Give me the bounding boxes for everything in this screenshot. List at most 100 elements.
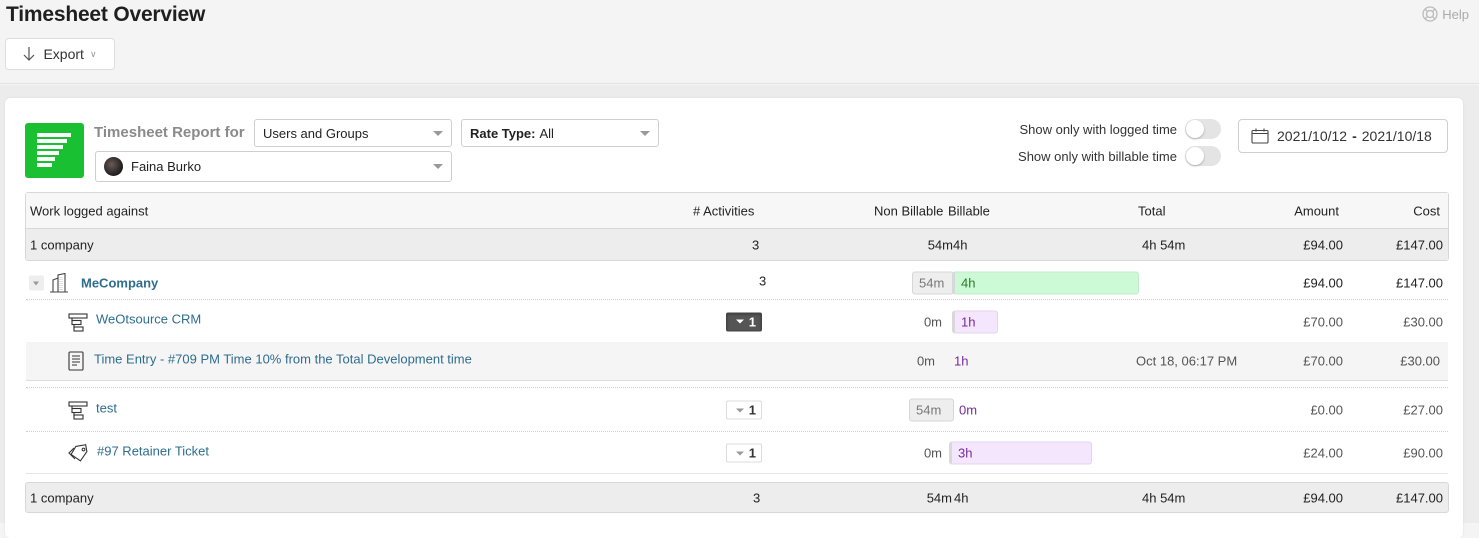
report-for-label: Timesheet Report for xyxy=(94,124,245,141)
ticket-non-billable: 0m xyxy=(923,445,942,461)
billable-time-label: Show only with billable time xyxy=(1018,148,1177,164)
caret-down-icon xyxy=(640,131,650,136)
arrow-down-icon xyxy=(24,47,35,61)
col-total[interactable]: Total xyxy=(1138,203,1165,218)
time-entry-cost: £30.00 xyxy=(1400,353,1440,369)
caret-down-icon xyxy=(735,319,744,324)
project-name[interactable]: test xyxy=(96,400,117,415)
tag-icon xyxy=(68,444,88,462)
logged-time-filter: Show only with logged time xyxy=(1019,119,1221,139)
time-entry-date: Oct 18, 06:17 PM xyxy=(1136,353,1238,369)
summary-label: 1 company xyxy=(30,490,94,505)
activities-count: 1 xyxy=(748,445,756,461)
col-activities[interactable]: # Activities xyxy=(693,203,754,218)
summary-cost: £147.00 xyxy=(1396,237,1443,252)
caret-down-icon xyxy=(433,131,443,136)
project-billable: 0m xyxy=(959,402,978,418)
collapse-toggle[interactable] xyxy=(29,275,44,290)
activities-toggle[interactable]: 1 xyxy=(726,400,762,420)
date-separator: - xyxy=(1352,128,1357,144)
table-row-ticket[interactable]: #97 Retainer Ticket 1 0m 3h £24.00 £90.0… xyxy=(26,433,1448,474)
table-header: Work logged against # Activities Non Bil… xyxy=(26,193,1448,229)
summary-non-billable: 54m xyxy=(927,237,953,252)
project-amount: £70.00 xyxy=(1303,314,1343,329)
activities-toggle[interactable]: 1 xyxy=(726,443,762,463)
project-non-billable: 0m xyxy=(923,314,942,329)
non-billable-bar: 54m xyxy=(909,398,954,422)
scope-select[interactable]: Users and Groups xyxy=(254,119,452,147)
export-button[interactable]: Export ∨ xyxy=(5,38,115,70)
billable-bar: 1h xyxy=(952,310,998,333)
company-activities: 3 xyxy=(759,273,767,289)
rate-type-select[interactable]: Rate Type: All xyxy=(461,119,659,147)
date-range-picker[interactable]: 2021/10/12 - 2021/10/18 xyxy=(1238,119,1448,153)
page-title: Timesheet Overview xyxy=(6,3,206,26)
scope-select-value: Users and Groups xyxy=(263,125,369,141)
help-link[interactable]: Help xyxy=(1422,6,1469,22)
col-billable[interactable]: Billable xyxy=(948,203,990,218)
time-entry-billable: 1h xyxy=(954,353,969,369)
col-work[interactable]: Work logged against xyxy=(30,203,148,218)
rate-type-value: All xyxy=(539,125,554,141)
summary-label: 1 company xyxy=(30,237,94,252)
non-billable-bar: 54m xyxy=(912,271,954,294)
chevron-down-icon: ∨ xyxy=(89,48,97,59)
top-bar: Timesheet Overview Help Export ∨ xyxy=(0,0,1479,84)
time-entry-name[interactable]: Time Entry - #709 PM Time 10% from the T… xyxy=(94,352,472,367)
billable-time-filter: Show only with billable time xyxy=(1018,146,1221,166)
summary-cost: £147.00 xyxy=(1396,490,1443,505)
rate-type-label: Rate Type: xyxy=(470,125,536,141)
date-from: 2021/10/12 xyxy=(1277,128,1348,144)
caret-down-icon xyxy=(735,408,744,412)
row-divider xyxy=(26,381,1448,388)
table-row-time-entry[interactable]: Time Entry - #709 PM Time 10% from the T… xyxy=(26,342,1448,381)
summary-non-billable: 54m xyxy=(926,490,952,505)
project-amount: £0.00 xyxy=(1310,402,1343,418)
summary-activities: 3 xyxy=(753,490,761,505)
summary-amount: £94.00 xyxy=(1303,237,1343,252)
project-icon xyxy=(68,312,88,332)
user-avatar xyxy=(104,157,123,176)
export-label: Export xyxy=(43,46,84,62)
ticket-name[interactable]: #97 Retainer Ticket xyxy=(97,444,209,459)
lifebuoy-icon xyxy=(1422,6,1438,22)
summary-row-top: 1 company 3 54m 4h 4h 54m £94.00 £147.00 xyxy=(26,229,1448,260)
building-icon xyxy=(50,272,68,293)
time-entry-amount: £70.00 xyxy=(1303,353,1343,369)
company-cost: £147.00 xyxy=(1396,275,1443,290)
summary-total: 4h 54m xyxy=(1142,490,1186,505)
col-non-billable[interactable]: Non Billable xyxy=(874,203,943,218)
activities-count: 1 xyxy=(748,402,756,418)
caret-down-icon xyxy=(735,451,744,455)
calendar-icon xyxy=(1251,128,1269,144)
activities-toggle[interactable]: 1 xyxy=(726,312,762,331)
project-cost: £30.00 xyxy=(1403,314,1443,329)
company-amount: £94.00 xyxy=(1303,275,1343,290)
page-scrollbar[interactable] xyxy=(1465,85,1479,523)
logged-time-toggle[interactable] xyxy=(1185,119,1221,139)
billable-bar: 4h xyxy=(952,271,1139,294)
project-cost: £27.00 xyxy=(1403,402,1443,418)
summary-amount: £94.00 xyxy=(1303,490,1343,505)
user-select[interactable]: Faina Burko xyxy=(95,151,452,182)
summary-activities: 3 xyxy=(752,237,760,252)
col-amount[interactable]: Amount xyxy=(1294,203,1339,218)
summary-row-bottom: 1 company 3 54m 4h 4h 54m £94.00 £147.00 xyxy=(25,482,1449,513)
timesheet-logo xyxy=(25,123,84,178)
table-row-company[interactable]: MeCompany 3 54m 4h £94.00 £147.00 xyxy=(26,266,1448,300)
activities-count: 1 xyxy=(748,314,756,329)
logged-time-label: Show only with logged time xyxy=(1019,121,1177,137)
col-cost[interactable]: Cost xyxy=(1413,203,1440,218)
billable-bar: 3h xyxy=(949,441,1092,465)
time-entry-non-billable: 0m xyxy=(916,353,935,369)
table-row-project[interactable]: test 1 54m 0m £0.00 £27.00 xyxy=(26,389,1448,432)
ticket-cost: £90.00 xyxy=(1403,445,1443,461)
summary-total: 4h 54m xyxy=(1142,237,1186,252)
table-row-project[interactable]: WeOtsource CRM 1 0m 1h £70.00 £30.00 xyxy=(26,301,1448,342)
document-icon xyxy=(68,351,84,371)
help-label: Help xyxy=(1442,6,1469,22)
company-name[interactable]: MeCompany xyxy=(81,275,158,290)
summary-billable: 4h xyxy=(954,490,969,505)
billable-time-toggle[interactable] xyxy=(1185,146,1221,166)
project-name[interactable]: WeOtsource CRM xyxy=(96,312,201,327)
